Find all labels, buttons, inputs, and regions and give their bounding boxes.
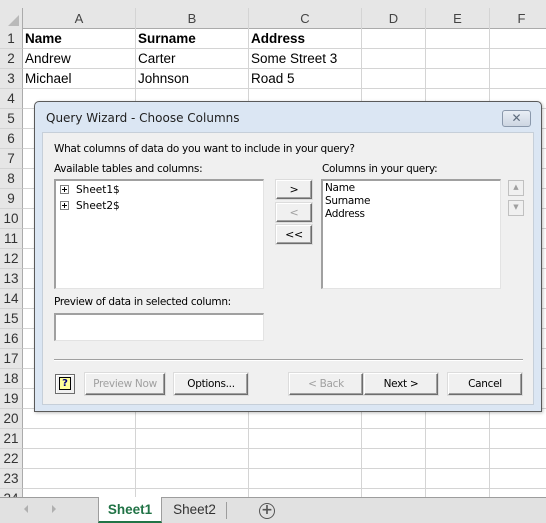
ribbon-edge: [0, 0, 546, 8]
dialog-title: Query Wizard - Choose Columns: [46, 111, 240, 125]
column-headers: A B C D E F: [0, 8, 546, 29]
expand-icon[interactable]: [60, 185, 69, 194]
scroll-tabs-right-icon[interactable]: [52, 505, 56, 513]
arrow-up-icon: ▲: [513, 183, 519, 191]
row-header-7[interactable]: 7: [0, 149, 23, 169]
column-header-a[interactable]: A: [23, 8, 136, 29]
row-header-17[interactable]: 17: [0, 349, 23, 369]
query-column-item[interactable]: Name: [325, 182, 355, 195]
row-header-9[interactable]: 9: [0, 189, 23, 209]
row-header-18[interactable]: 18: [0, 369, 23, 389]
query-column-item[interactable]: Surname: [325, 195, 370, 208]
row-header-14[interactable]: 14: [0, 289, 23, 309]
row-header-2[interactable]: 2: [0, 49, 23, 69]
row-header-3[interactable]: 3: [0, 69, 23, 89]
cell-a1[interactable]: Name: [23, 29, 136, 49]
cell-c2[interactable]: Some Street 3: [249, 49, 362, 69]
sheet-tab-bar: Sheet1 Sheet2 +: [0, 497, 546, 523]
row-header-22[interactable]: 22: [0, 449, 23, 469]
tab-separator: [226, 502, 227, 519]
arrow-down-icon: ▼: [513, 203, 519, 211]
column-header-e[interactable]: E: [426, 8, 490, 29]
row-header-15[interactable]: 15: [0, 309, 23, 329]
select-all-triangle-icon: [8, 15, 19, 26]
query-column-item[interactable]: Address: [325, 208, 365, 221]
column-header-b[interactable]: B: [136, 8, 249, 29]
question-text: What columns of data do you want to incl…: [54, 143, 355, 155]
row-header-24[interactable]: 24: [0, 489, 23, 497]
close-button[interactable]: ✕: [502, 110, 531, 127]
row-header-1[interactable]: 1: [0, 29, 23, 49]
select-all-corner[interactable]: [0, 8, 23, 29]
move-up-button[interactable]: ▲: [508, 180, 524, 196]
available-tables-label: Available tables and columns:: [54, 163, 203, 175]
row-header-20[interactable]: 20: [0, 409, 23, 429]
row-gridline: [23, 468, 546, 469]
column-header-f[interactable]: F: [490, 8, 546, 29]
row-header-6[interactable]: 6: [0, 129, 23, 149]
tree-item-sheet2[interactable]: Sheet2$: [60, 199, 120, 213]
scroll-tabs-left-icon[interactable]: [24, 505, 28, 513]
preview-label: Preview of data in selected column:: [54, 296, 231, 308]
help-button[interactable]: ?: [55, 374, 75, 394]
row-header-21[interactable]: 21: [0, 429, 23, 449]
query-columns-label: Columns in your query:: [322, 163, 438, 175]
cell-b3[interactable]: Johnson: [136, 69, 249, 89]
preview-now-button[interactable]: Preview Now: [85, 373, 165, 395]
row-header-10[interactable]: 10: [0, 209, 23, 229]
separator-line: [54, 359, 523, 361]
tree-item-sheet1[interactable]: Sheet1$: [60, 183, 120, 197]
expand-icon[interactable]: [60, 201, 69, 210]
tree-item-label: Sheet1$: [76, 184, 120, 196]
query-columns-list[interactable]: Name Surname Address: [321, 179, 501, 289]
cell-c1[interactable]: Address: [249, 29, 362, 49]
row-header-8[interactable]: 8: [0, 169, 23, 189]
preview-data-box: [54, 313, 264, 341]
available-tables-list[interactable]: Sheet1$ Sheet2$: [54, 179, 264, 289]
cell-a2[interactable]: Andrew: [23, 49, 136, 69]
back-button[interactable]: < Back: [289, 373, 363, 395]
dialog-body: What columns of data do you want to incl…: [42, 132, 534, 405]
row-header-4[interactable]: 4: [0, 89, 23, 109]
row-header-12[interactable]: 12: [0, 249, 23, 269]
move-down-button[interactable]: ▼: [508, 200, 524, 216]
sheet-tab-sheet2[interactable]: Sheet2: [163, 497, 226, 523]
query-wizard-dialog: Query Wizard - Choose Columns ✕ What col…: [34, 101, 542, 412]
row-header-5[interactable]: 5: [0, 109, 23, 129]
row-header-13[interactable]: 13: [0, 269, 23, 289]
row-header-16[interactable]: 16: [0, 329, 23, 349]
help-icon: ?: [59, 377, 71, 390]
cell-c3[interactable]: Road 5: [249, 69, 362, 89]
sheet-tab-sheet1[interactable]: Sheet1: [98, 497, 162, 523]
row-gridline: [23, 448, 546, 449]
add-sheet-icon[interactable]: +: [259, 503, 275, 519]
cell-a3[interactable]: Michael: [23, 69, 136, 89]
tree-item-label: Sheet2$: [76, 200, 120, 212]
column-header-c[interactable]: C: [249, 8, 362, 29]
remove-all-columns-button[interactable]: <<: [276, 225, 312, 244]
row-gridline: [23, 488, 546, 489]
options-button[interactable]: Options...: [174, 373, 248, 395]
row-header-23[interactable]: 23: [0, 469, 23, 489]
cancel-button[interactable]: Cancel: [448, 373, 522, 395]
row-header-11[interactable]: 11: [0, 229, 23, 249]
row-header-19[interactable]: 19: [0, 389, 23, 409]
add-column-button[interactable]: >: [276, 180, 312, 199]
cell-b2[interactable]: Carter: [136, 49, 249, 69]
remove-column-button[interactable]: <: [276, 203, 312, 222]
row-gridline: [23, 428, 546, 429]
cell-b1[interactable]: Surname: [136, 29, 249, 49]
next-button[interactable]: Next >: [364, 373, 438, 395]
close-icon: ✕: [511, 111, 522, 125]
column-header-d[interactable]: D: [362, 8, 426, 29]
